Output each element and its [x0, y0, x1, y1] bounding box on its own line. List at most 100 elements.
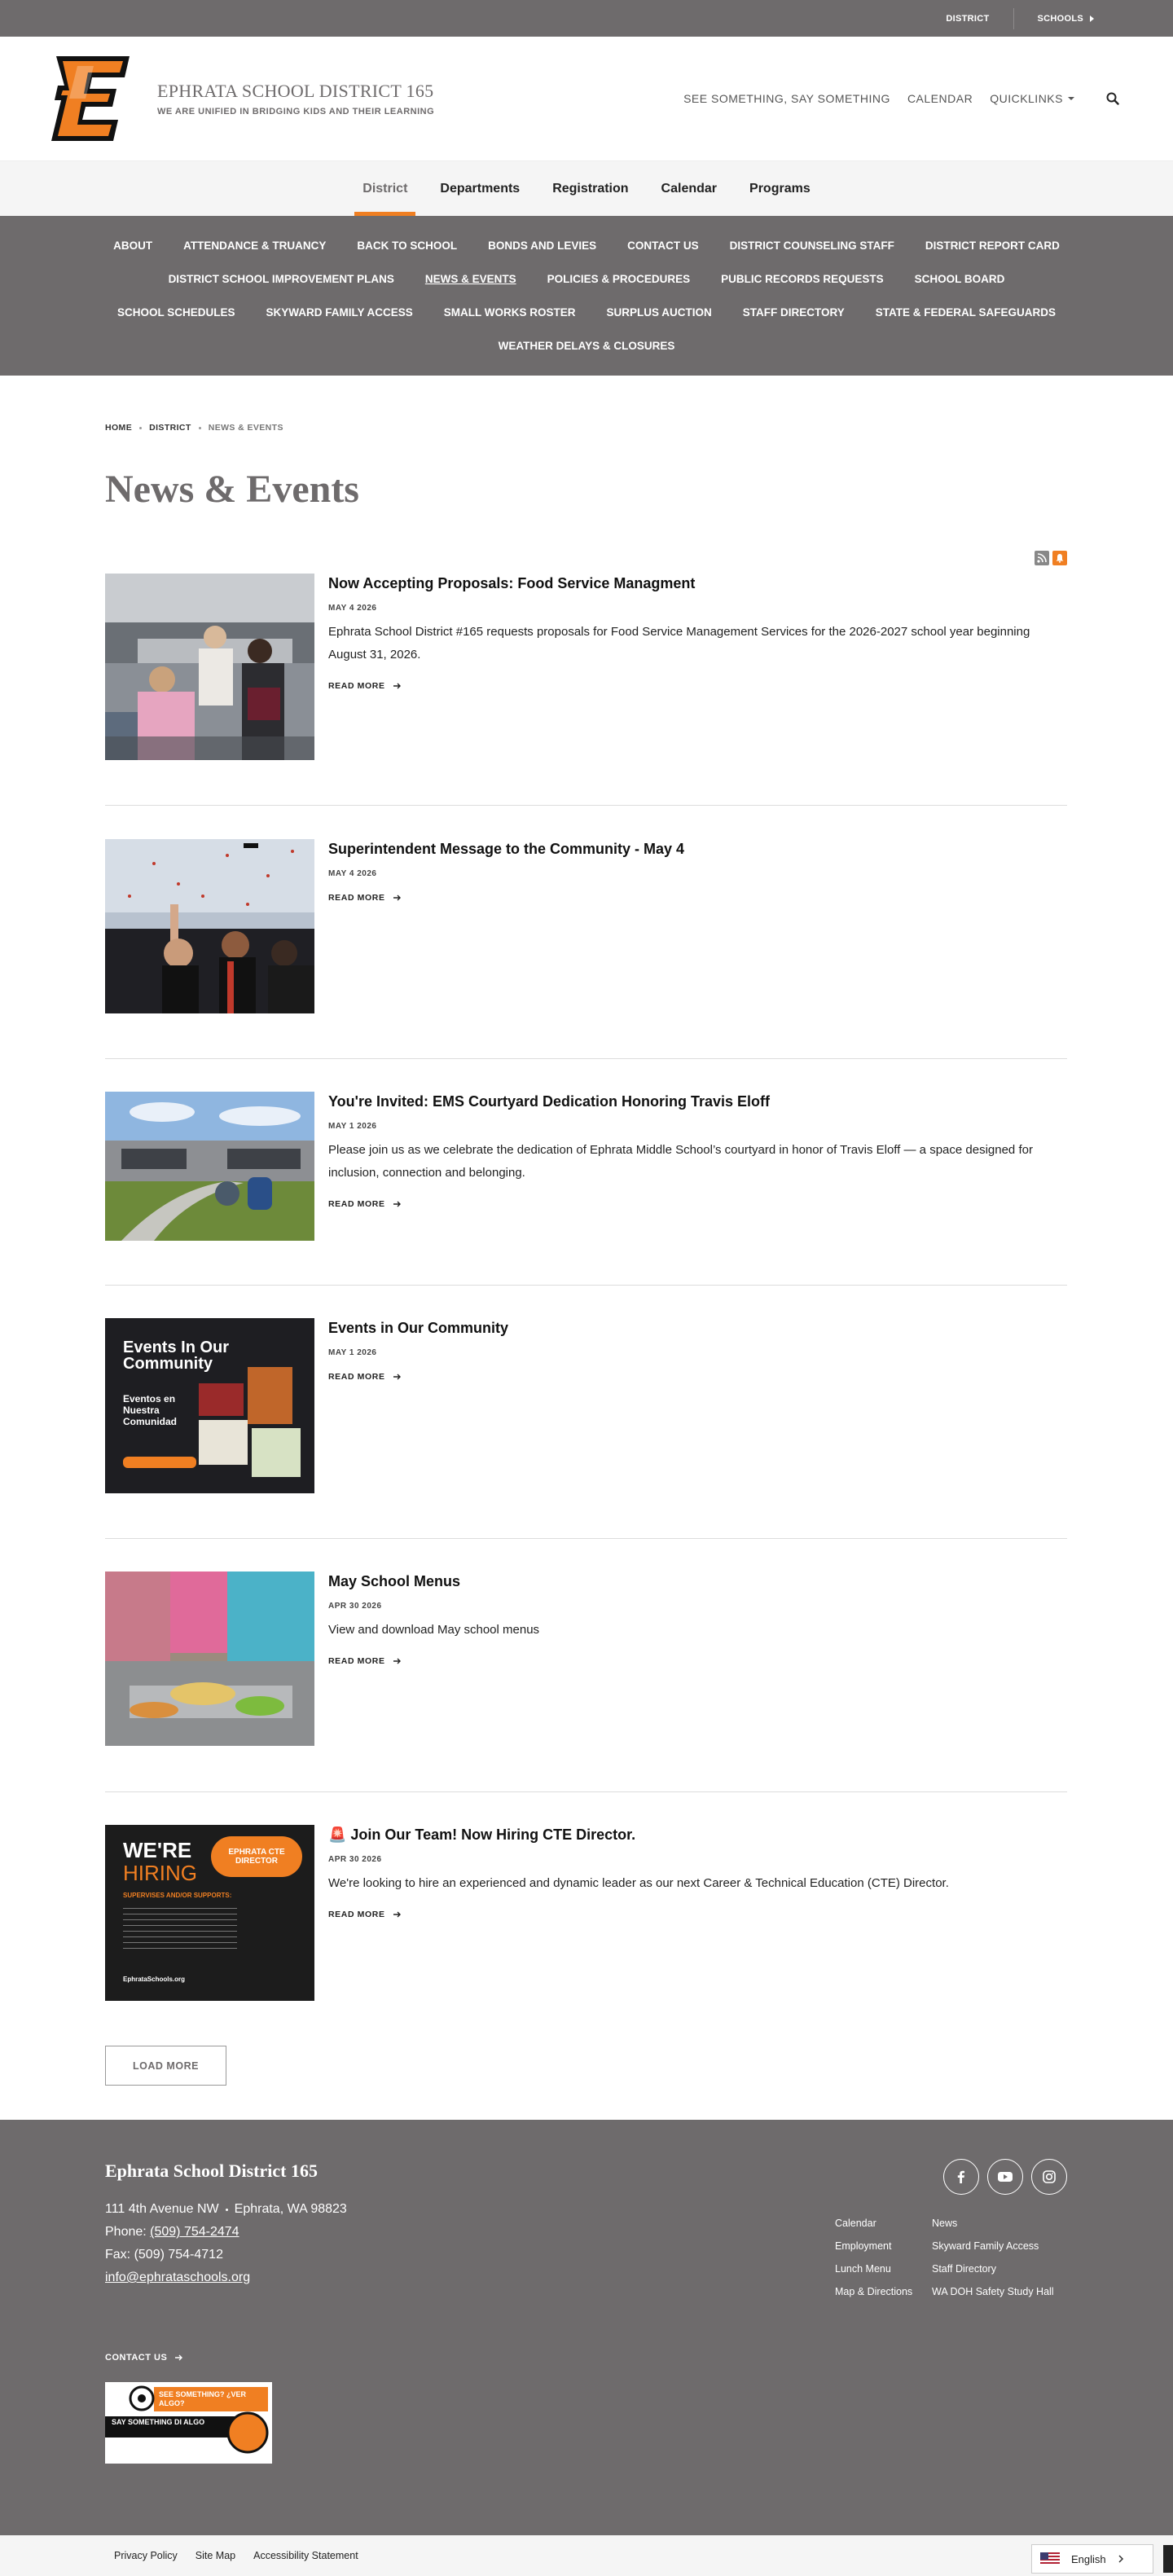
breadcrumb-district[interactable]: DISTRICT — [149, 423, 191, 433]
subnav-attendance[interactable]: ATTENDANCE & TRUANCY — [168, 229, 341, 262]
read-more-link[interactable]: READ MORE — [328, 893, 684, 903]
thumb-hiring-list — [123, 1903, 237, 1952]
see-something-badge[interactable]: SEE SOMETHING? ¿VER ALGO? SAY SOMETHING … — [105, 2382, 272, 2464]
news-date: APR 30 2026 — [328, 1602, 382, 1611]
load-more-button[interactable]: LOAD MORE — [105, 2046, 226, 2086]
news-thumbnail-lunch-menu[interactable] — [105, 1572, 314, 1746]
footer-email-link[interactable]: info@ephrataschools.org — [105, 2270, 250, 2284]
news-title[interactable]: You're Invited: EMS Courtyard Dedication… — [328, 1093, 770, 1110]
calendar-link[interactable]: CALENDAR — [907, 92, 973, 105]
breadcrumb-separator — [198, 426, 201, 429]
main-nav-departments[interactable]: Departments — [424, 161, 536, 216]
main-nav-calendar[interactable]: Calendar — [645, 161, 733, 216]
subnav-bonds-levies[interactable]: BONDS AND LEVIES — [472, 229, 612, 262]
subnav-improvement-plans[interactable]: DISTRICT SCHOOL IMPROVEMENT PLANS — [153, 262, 410, 296]
utility-schools-link[interactable]: SCHOOLS — [1014, 14, 1118, 24]
news-thumbnail-cafeteria[interactable] — [105, 574, 314, 760]
youtube-icon[interactable] — [987, 2159, 1023, 2195]
subnav-contact-us[interactable]: CONTACT US — [612, 229, 714, 262]
utility-bar: DISTRICT SCHOOLS — [0, 0, 1173, 37]
read-more-link[interactable]: READ MORE — [328, 1656, 539, 1666]
arrow-right-icon — [393, 895, 401, 901]
bell-icon[interactable] — [1052, 551, 1067, 565]
footer-link-calendar[interactable]: Calendar — [835, 2216, 932, 2231]
district-logo[interactable] — [45, 50, 136, 147]
footer-link-map-directions[interactable]: Map & Directions — [835, 2284, 932, 2299]
subnav-public-records[interactable]: PUBLIC RECORDS REQUESTS — [705, 262, 899, 296]
breadcrumb-home[interactable]: HOME — [105, 423, 132, 433]
subnav-weather-delays[interactable]: WEATHER DELAYS & CLOSURES — [483, 329, 691, 363]
subnav-news-events[interactable]: NEWS & EVENTS — [410, 262, 532, 296]
thumb-hiring-1: WE'RE — [123, 1838, 192, 1862]
facebook-icon[interactable] — [943, 2159, 979, 2195]
social-links — [943, 2159, 1067, 2195]
read-more-link[interactable]: READ MORE — [328, 1199, 1061, 1209]
feed-icons — [1035, 551, 1067, 565]
thumb-flyer — [199, 1420, 248, 1465]
site-map-link[interactable]: Site Map — [196, 2550, 235, 2561]
news-title[interactable]: May School Menus — [328, 1573, 460, 1589]
arrow-right-icon — [393, 683, 401, 689]
news-title[interactable]: Events in Our Community — [328, 1320, 508, 1336]
subnav-counseling-staff[interactable]: DISTRICT COUNSELING STAFF — [714, 229, 910, 262]
privacy-policy-link[interactable]: Privacy Policy — [114, 2550, 178, 2561]
see-something-link[interactable]: SEE SOMETHING, SAY SOMETHING — [683, 92, 890, 105]
main-nav-programs[interactable]: Programs — [733, 161, 827, 216]
main-nav-district[interactable]: District — [346, 161, 424, 216]
separator-dot — [225, 2208, 228, 2211]
subnav-skyward[interactable]: SKYWARD FAMILY ACCESS — [250, 296, 428, 329]
utility-district-link[interactable]: DISTRICT — [922, 14, 1013, 24]
subnav-school-board[interactable]: SCHOOL BOARD — [899, 262, 1021, 296]
news-thumbnail-graduation[interactable] — [105, 839, 314, 1013]
header-links: SEE SOMETHING, SAY SOMETHING CALENDAR QU… — [683, 89, 1122, 108]
instagram-icon[interactable] — [1031, 2159, 1067, 2195]
quicklinks-dropdown[interactable]: QUICKLINKS — [990, 92, 1074, 105]
news-title[interactable]: Now Accepting Proposals: Food Service Ma… — [328, 575, 695, 591]
breadcrumb-separator — [139, 426, 143, 429]
footer-link-skyward[interactable]: Skyward Family Access — [932, 2239, 1062, 2253]
thumb-flyer — [248, 1367, 292, 1424]
subnav-staff-directory[interactable]: STAFF DIRECTORY — [727, 296, 860, 329]
subnav-report-card[interactable]: DISTRICT REPORT CARD — [910, 229, 1075, 262]
main-nav-registration[interactable]: Registration — [536, 161, 644, 216]
news-thumbnail-community-events[interactable]: Events In Our Community Eventos en Nuest… — [105, 1318, 314, 1493]
breadcrumb: HOME DISTRICT NEWS & EVENTS — [105, 423, 1067, 433]
subnav-about[interactable]: ABOUT — [98, 229, 168, 262]
news-item: May School Menus APR 30 2026 View and do… — [105, 1539, 1067, 1792]
brand-name[interactable]: EPHRATA SCHOOL DISTRICT 165 — [157, 81, 434, 102]
thumb-events-en: Events In Our Community — [123, 1339, 230, 1373]
subnav-back-to-school[interactable]: BACK TO SCHOOL — [341, 229, 472, 262]
rss-icon[interactable] — [1035, 551, 1049, 565]
arrow-right-icon — [393, 1374, 401, 1380]
footer-contact-link[interactable]: CONTACT US — [105, 2353, 183, 2363]
news-date: APR 30 2026 — [328, 1855, 382, 1864]
footer-link-lunch-menu[interactable]: Lunch Menu — [835, 2262, 932, 2276]
footer-district-name: Ephrata School District 165 — [105, 2161, 318, 2181]
language-selector[interactable]: English — [1031, 2544, 1153, 2574]
news-title[interactable]: Superintendent Message to the Community … — [328, 841, 684, 857]
accessibility-link[interactable]: Accessibility Statement — [253, 2550, 358, 2561]
footer-link-safety-study[interactable]: WA DOH Safety Study Hall — [932, 2284, 1062, 2299]
news-thumbnail-hiring[interactable]: WE'RE HIRING EPHRATA CTE DIRECTOR SUPERV… — [105, 1825, 314, 2001]
news-item: Now Accepting Proposals: Food Service Ma… — [105, 574, 1067, 806]
subnav-safeguards[interactable]: STATE & FEDERAL SAFEGUARDS — [860, 296, 1071, 329]
news-title[interactable]: 🚨 Join Our Team! Now Hiring CTE Director… — [328, 1826, 635, 1843]
footer-phone-link[interactable]: (509) 754-2474 — [150, 2225, 239, 2239]
footer-link-employment[interactable]: Employment — [835, 2239, 932, 2253]
read-more-link[interactable]: READ MORE — [328, 1910, 949, 1919]
news-thumbnail-courtyard[interactable] — [105, 1092, 314, 1241]
accessibility-widget-tab[interactable] — [1163, 2545, 1173, 2573]
subnav-policies[interactable]: POLICIES & PROCEDURES — [532, 262, 706, 296]
search-button[interactable] — [1103, 89, 1122, 108]
site-header: EPHRATA SCHOOL DISTRICT 165 WE ARE UNIFI… — [0, 37, 1173, 160]
footer-link-news[interactable]: News — [932, 2216, 1062, 2231]
read-more-link[interactable]: READ MORE — [328, 681, 1061, 691]
arrow-right-icon — [393, 1911, 401, 1918]
footer-link-staff-directory[interactable]: Staff Directory — [932, 2262, 1062, 2276]
subnav-school-schedules[interactable]: SCHOOL SCHEDULES — [102, 296, 251, 329]
subnav-surplus-auction[interactable]: SURPLUS AUCTION — [591, 296, 727, 329]
subnav-small-works[interactable]: SMALL WORKS ROSTER — [428, 296, 591, 329]
read-more-link[interactable]: READ MORE — [328, 1372, 508, 1382]
news-body: Superintendent Message to the Community … — [314, 839, 684, 1058]
news-item: You're Invited: EMS Courtyard Dedication… — [105, 1059, 1067, 1286]
